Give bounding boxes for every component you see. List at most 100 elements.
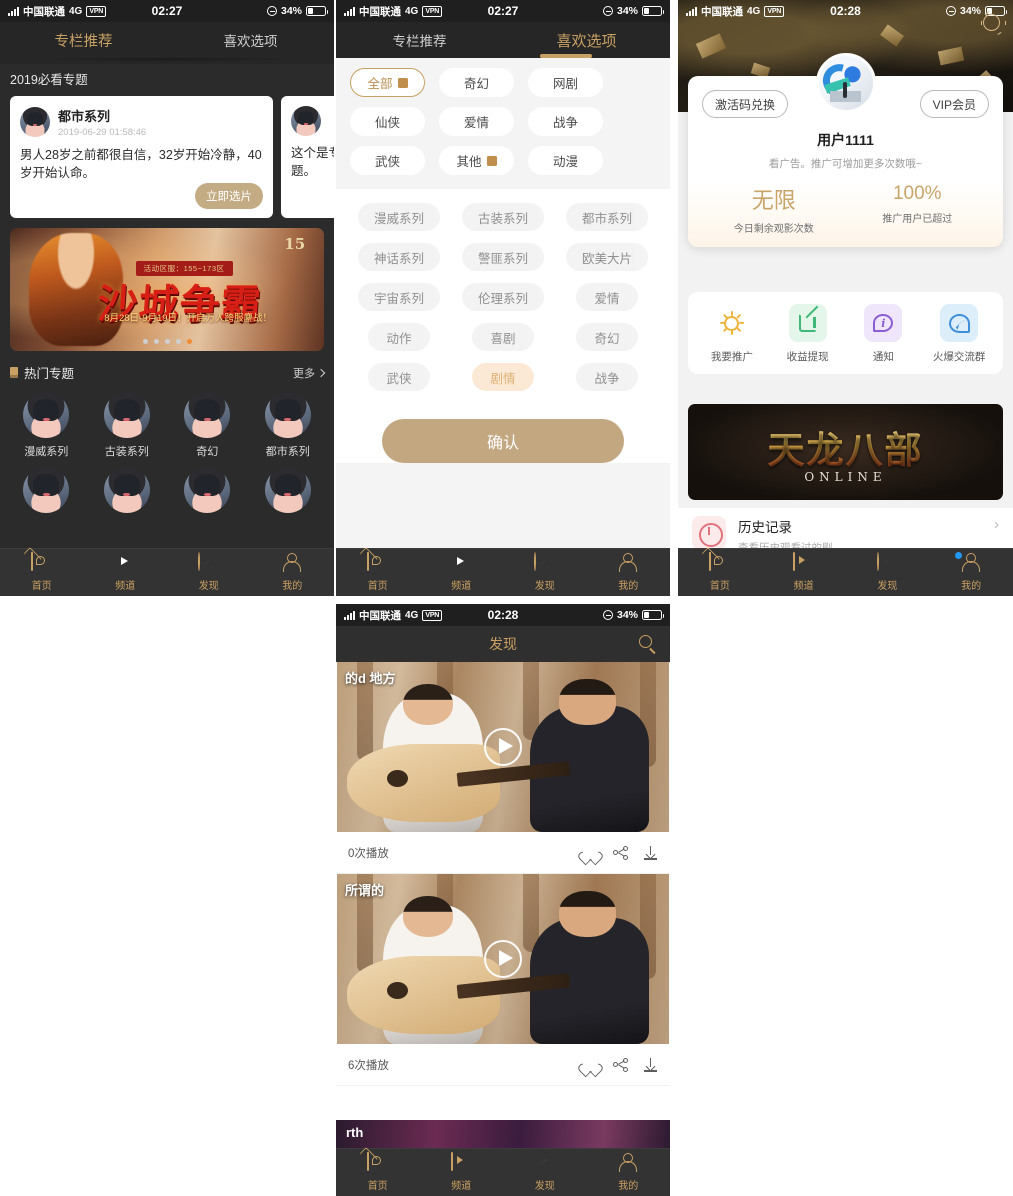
nav-item-home[interactable]: 首页 — [336, 1152, 420, 1192]
heart-icon[interactable] — [583, 1058, 597, 1071]
carousel-dot[interactable] — [142, 339, 148, 344]
confirm-button[interactable]: 确认 — [382, 419, 624, 463]
more-link[interactable]: 更多 — [293, 365, 326, 381]
chip-marvel-series[interactable]: 漫威系列 — [357, 203, 440, 231]
nav-item-discover[interactable]: 发现 — [846, 552, 930, 592]
quick-action-label: 通知 — [872, 351, 894, 363]
carousel-dot[interactable] — [164, 339, 170, 344]
banner-corner-badge: 15 — [284, 235, 306, 254]
chip-romance[interactable]: 爱情 — [576, 283, 638, 311]
vip-member-button[interactable]: VIP会员 — [919, 90, 989, 118]
hot-topic-item[interactable]: 古装系列 — [87, 392, 168, 459]
avatar[interactable] — [815, 53, 876, 113]
hot-topic-item[interactable] — [167, 467, 248, 513]
vpn-icon: VPN — [86, 5, 107, 17]
video-thumbnail[interactable]: 所谓的 — [337, 874, 669, 1044]
video-thumbnail[interactable]: 的d 地方 — [337, 662, 669, 832]
tab-indicator — [539, 54, 592, 58]
quick-action-promote[interactable]: 我要推广 — [694, 304, 770, 364]
chip-crime-series[interactable]: 警匪系列 — [461, 243, 544, 271]
banner-subtitle: 8月28日-9月19日！开启万人跨服鏖战！ — [104, 312, 273, 324]
nav-item-profile[interactable]: 我的 — [587, 553, 671, 592]
carousel-dots[interactable] — [10, 339, 324, 344]
chip-western-blockbuster[interactable]: 欧美大片 — [565, 243, 648, 271]
nav-item-home[interactable]: 首页 — [0, 552, 84, 592]
chip-all[interactable]: 全部 — [350, 68, 425, 97]
promo-banner[interactable]: 活动区服：155~173区 沙城争霸 15 8月28日-9月19日！开启万人跨服… — [10, 228, 324, 351]
download-icon[interactable] — [644, 1057, 658, 1072]
download-icon[interactable] — [644, 845, 658, 860]
nav-item-channel[interactable]: 频道 — [420, 553, 504, 592]
chip-urban-series[interactable]: 都市系列 — [565, 203, 648, 231]
play-icon[interactable] — [484, 728, 522, 766]
tab-favorite-options[interactable]: 喜欢选项 — [503, 30, 670, 51]
chip-wuxia[interactable]: 武侠 — [350, 146, 425, 175]
signal-icon — [344, 610, 355, 620]
nav-item-profile[interactable]: 我的 — [929, 552, 1013, 592]
nav-item-profile[interactable]: 我的 — [251, 553, 335, 592]
video-thumbnail-partial[interactable]: rth — [336, 1120, 670, 1148]
select-film-button[interactable]: 立即选片 — [195, 183, 263, 209]
chip-anime[interactable]: 动漫 — [528, 146, 603, 175]
nav-item-channel[interactable]: 频道 — [84, 553, 168, 592]
status-right: 34% — [602, 609, 664, 621]
tab-favorite-options[interactable]: 喜欢选项 — [167, 30, 334, 50]
chip-war[interactable]: 战争 — [576, 363, 638, 391]
carousel-dot-active[interactable] — [186, 339, 192, 344]
square-icon — [397, 77, 408, 88]
topic-card[interactable]: 都市系列 2019-06-29 01:58:46 男人28岁之前都很自信，32岁… — [10, 96, 273, 218]
nav-item-home[interactable]: 首页 — [678, 552, 762, 592]
chip-action[interactable]: 动作 — [368, 323, 430, 351]
history-row[interactable]: 历史记录 查看历史观看过的剧 › — [678, 508, 1013, 554]
chip-xianxia[interactable]: 仙侠 — [350, 107, 425, 136]
nav-item-channel[interactable]: 频道 — [420, 1152, 504, 1192]
chip-universe-series[interactable]: 宇宙系列 — [357, 283, 440, 311]
chip-costume-series[interactable]: 古装系列 — [461, 203, 544, 231]
topic-avatar — [23, 392, 70, 438]
topic-avatar — [184, 467, 231, 513]
hot-topic-item[interactable]: 都市系列 — [248, 392, 329, 459]
nav-item-discover[interactable]: 发现 — [503, 552, 587, 592]
hot-topic-item[interactable] — [6, 467, 87, 513]
chip-drama-selected[interactable]: 剧情 — [472, 363, 534, 391]
carousel-dot[interactable] — [175, 339, 181, 344]
nav-item-home[interactable]: 首页 — [336, 552, 420, 592]
play-icon[interactable] — [484, 940, 522, 978]
chip-wuxia[interactable]: 武侠 — [368, 363, 430, 391]
redeem-code-button[interactable]: 激活码兑换 — [702, 90, 789, 118]
ad-subtitle: ONLINE — [804, 470, 887, 484]
search-icon[interactable] — [639, 635, 656, 655]
hot-topic-item[interactable]: 漫威系列 — [6, 392, 87, 459]
share-icon[interactable] — [613, 845, 628, 860]
game-ad-banner[interactable]: 天龙八部 ONLINE — [688, 404, 1003, 500]
heart-icon[interactable] — [583, 846, 597, 859]
chip-comedy[interactable]: 喜剧 — [472, 323, 534, 351]
gear-icon[interactable] — [981, 14, 1006, 31]
share-icon[interactable] — [613, 1057, 628, 1072]
info-icon: i — [864, 304, 903, 342]
topic-card-partial[interactable]: 这个是专题。 — [281, 96, 334, 218]
chip-fantasy[interactable]: 奇幻 — [439, 68, 514, 97]
nav-item-discover[interactable]: 发现 — [503, 1152, 587, 1192]
chip-fantasy[interactable]: 奇幻 — [576, 323, 638, 351]
status-left: 中国联通 4G VPN — [8, 4, 107, 19]
chip-war[interactable]: 战争 — [528, 107, 603, 136]
chip-myth-series[interactable]: 神话系列 — [357, 243, 440, 271]
preferences-tabbar: 专栏推荐 喜欢选项 — [336, 22, 670, 58]
quick-action-notice[interactable]: i 通知 — [846, 304, 922, 364]
nav-item-profile[interactable]: 我的 — [587, 1153, 671, 1192]
nav-item-discover[interactable]: 发现 — [167, 552, 251, 592]
chip-romance[interactable]: 爱情 — [439, 107, 514, 136]
nav-item-channel[interactable]: 频道 — [762, 552, 846, 592]
chip-ethics-series[interactable]: 伦理系列 — [461, 283, 544, 311]
quick-action-withdraw[interactable]: 收益提现 — [770, 304, 846, 364]
hot-topic-item[interactable]: 奇幻 — [167, 392, 248, 459]
hot-topic-item[interactable] — [87, 467, 168, 513]
tab-column-recommend[interactable]: 专栏推荐 — [0, 30, 167, 51]
chip-other[interactable]: 其他 — [439, 146, 514, 175]
carousel-dot[interactable] — [153, 339, 159, 344]
tab-column-recommend[interactable]: 专栏推荐 — [336, 30, 503, 50]
quick-action-group[interactable]: 火爆交流群 — [921, 304, 997, 364]
hot-topic-item[interactable] — [248, 467, 329, 513]
chip-webdrama[interactable]: 网剧 — [528, 68, 603, 97]
